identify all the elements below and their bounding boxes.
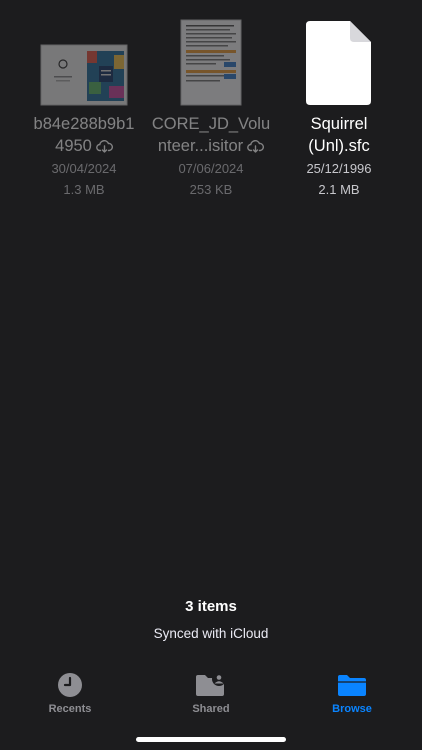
file-date: 25/12/1996 [306, 161, 372, 176]
file-name-line-2-text: nteer...isitor [157, 137, 244, 155]
tab-label: Recents [48, 703, 92, 715]
file-thumbnail[interactable] [146, 0, 276, 108]
tab-label: Browse [332, 703, 372, 715]
cloud-download-icon[interactable] [247, 137, 265, 159]
file-item[interactable]: Squirrel (Unl).sfc 25/12/1996 2.1 MB [274, 0, 404, 197]
file-name-line-2: 4950 [19, 135, 149, 159]
file-size: 253 KB [189, 182, 233, 197]
generic-document-icon[interactable] [274, 0, 404, 108]
file-name: b84e288b9b1 4950 [19, 113, 149, 159]
tab-label: Shared [192, 703, 230, 715]
file-thumbnail[interactable] [19, 0, 149, 108]
file-date: 30/04/2024 [51, 161, 117, 176]
tab-recents[interactable]: Recents [20, 670, 120, 715]
cloud-download-icon[interactable] [96, 137, 113, 159]
file-name-line-2: (Unl).sfc [308, 137, 370, 155]
files-browse-screen: b84e288b9b1 4950 30/04/2024 1.3 MB CORE_… [0, 0, 422, 750]
file-size: 1.3 MB [63, 182, 105, 197]
file-item[interactable]: CORE_JD_Volu nteer...isitor 07/06/2024 2… [146, 0, 276, 197]
file-size: 2.1 MB [318, 182, 360, 197]
file-name: CORE_JD_Volu nteer...isitor [146, 113, 276, 159]
file-name-line-1: Squirrel [310, 115, 368, 133]
file-name-line-1: CORE_JD_Volu [151, 115, 271, 133]
shared-folder-icon [161, 670, 261, 700]
file-name: Squirrel (Unl).sfc [274, 113, 404, 157]
item-count: 3 items [185, 598, 237, 615]
tab-browse[interactable]: Browse [302, 670, 402, 715]
file-name-line-2: nteer...isitor [146, 135, 276, 159]
file-item[interactable]: b84e288b9b1 4950 30/04/2024 1.3 MB [19, 0, 149, 197]
home-indicator[interactable] [136, 737, 286, 742]
folder-icon [302, 670, 402, 700]
file-name-line-2-text: 4950 [55, 137, 92, 155]
sync-status: Synced with iCloud [153, 626, 269, 641]
tab-shared[interactable]: Shared [161, 670, 261, 715]
clock-icon [20, 670, 120, 700]
file-date: 07/06/2024 [178, 161, 244, 176]
file-name-line-1: b84e288b9b1 [33, 115, 135, 133]
